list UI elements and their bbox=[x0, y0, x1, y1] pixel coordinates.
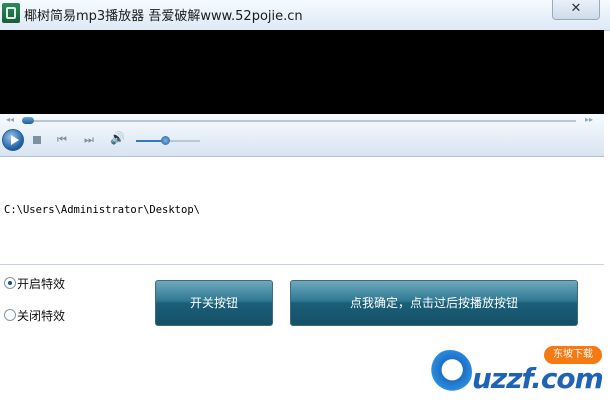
effects-on-label[interactable]: 开启特效 bbox=[17, 275, 65, 292]
logo-text: uzzf.com bbox=[472, 362, 604, 395]
app-icon bbox=[2, 3, 20, 23]
seek-back-icon: ◂◂ bbox=[6, 115, 15, 124]
effects-on-radio[interactable] bbox=[4, 277, 16, 289]
play-button[interactable] bbox=[2, 129, 24, 151]
toggle-button[interactable]: 开关按钮 bbox=[155, 280, 273, 326]
divider bbox=[0, 264, 604, 265]
effects-off-radio[interactable] bbox=[4, 309, 16, 321]
window-title: 椰树简易mp3播放器 吾爱破解www.52pojie.cn bbox=[24, 9, 303, 24]
effects-off-label[interactable]: 关闭特效 bbox=[17, 307, 65, 324]
volume-slider[interactable] bbox=[136, 136, 200, 145]
confirm-button[interactable]: 点我确定，点击过后按播放按钮 bbox=[290, 280, 578, 326]
logo-swirl-icon bbox=[428, 350, 472, 394]
title-bar: 椰树简易mp3播放器 吾爱破解www.52pojie.cn ✕ bbox=[0, 0, 610, 31]
seek-thumb[interactable] bbox=[22, 117, 34, 124]
video-area bbox=[0, 30, 604, 114]
next-icon[interactable]: ⏭ bbox=[84, 134, 94, 146]
volume-icon[interactable]: 🔊 bbox=[110, 132, 125, 144]
player-controls: ◂◂ ▸▸ ⏮ ⏭ 🔊 bbox=[0, 114, 604, 157]
watermark-logo: 东坡下载 uzzf.com bbox=[428, 346, 606, 402]
stop-button[interactable] bbox=[33, 136, 41, 144]
close-button[interactable]: ✕ bbox=[552, 0, 600, 20]
volume-thumb[interactable] bbox=[161, 136, 170, 145]
current-path: C:\Users\Administrator\Desktop\ bbox=[4, 204, 200, 216]
previous-icon[interactable]: ⏮ bbox=[57, 134, 67, 146]
seek-bar[interactable] bbox=[22, 117, 576, 124]
seek-forward-icon: ▸▸ bbox=[585, 115, 594, 124]
